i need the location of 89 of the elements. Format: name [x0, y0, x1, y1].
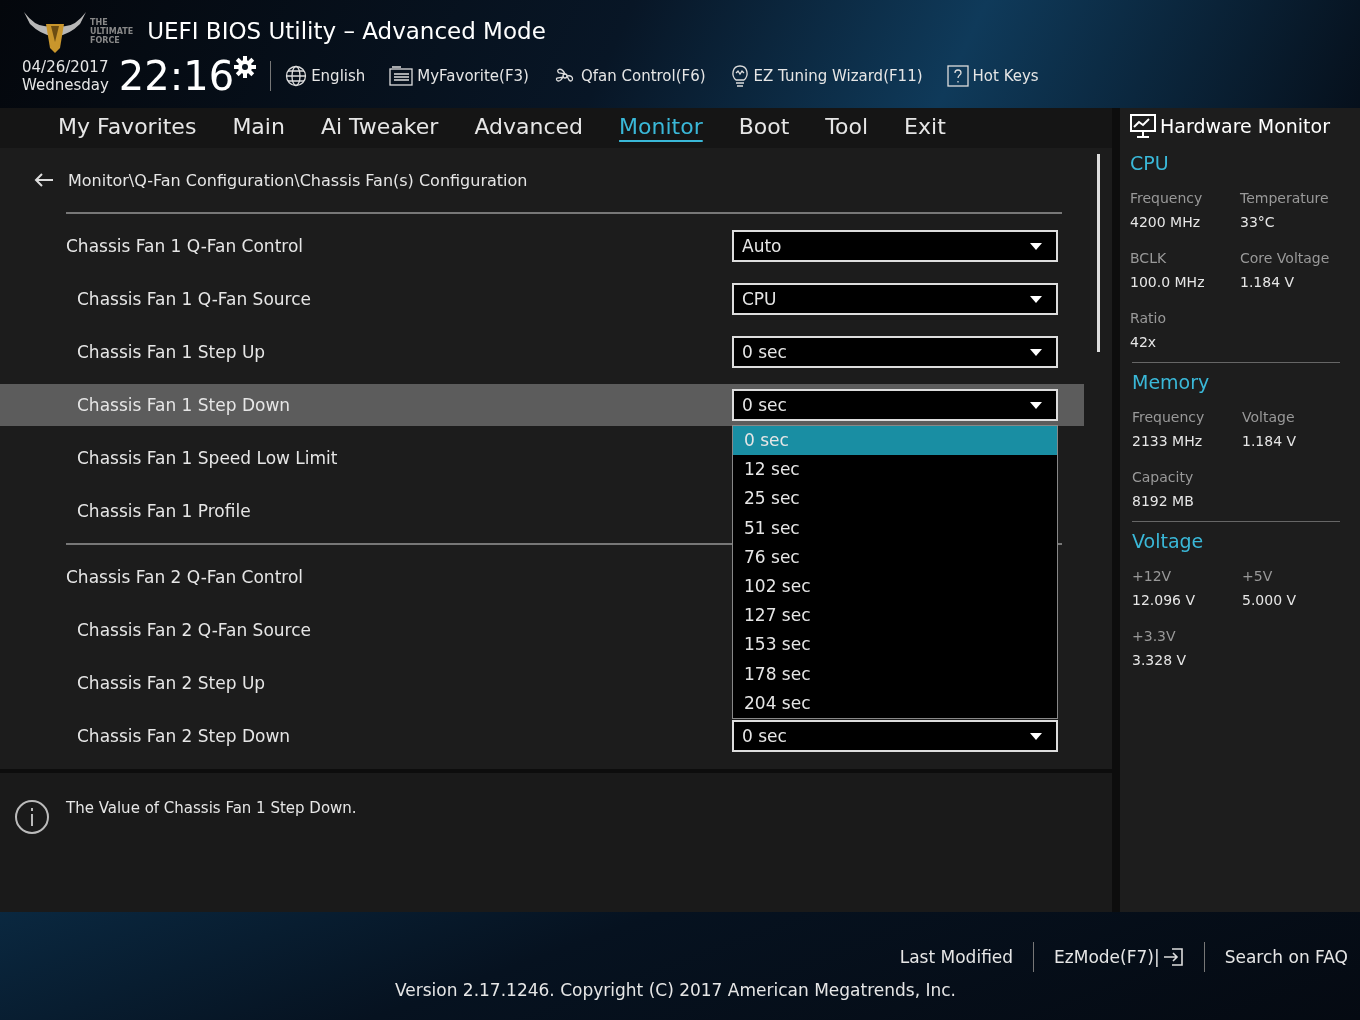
- reading-label: BCLK: [1130, 250, 1168, 266]
- reading-label: Temperature: [1240, 190, 1330, 206]
- reading-label: Frequency: [1130, 190, 1204, 206]
- setting-label: Chassis Fan 2 Step Up: [77, 673, 267, 693]
- dropdown-field[interactable]: Auto: [732, 230, 1058, 262]
- exit-icon: [1161, 947, 1184, 967]
- toolbar-button[interactable]: English: [285, 64, 366, 88]
- menu-tab[interactable]: Boot: [720, 108, 808, 146]
- footer-link[interactable]: Last Modified: [899, 947, 1014, 967]
- caret-icon: [1030, 348, 1042, 356]
- dropdown-option[interactable]: 76 sec: [733, 542, 1057, 572]
- breadcrumb-path: Monitor\Q-Fan Configuration\Chassis Fan(s) Configuration: [68, 170, 528, 190]
- dropdown-option[interactable]: 12 sec: [733, 455, 1057, 485]
- clock-time: 22:16: [118, 54, 235, 98]
- setting-label: Chassis Fan 1 Profile: [77, 501, 252, 521]
- reading-value: 1.184 V: [1242, 433, 1298, 449]
- toolbar-button[interactable]: Hot Keys: [946, 64, 1039, 88]
- toolbar-button[interactable]: EZ Tuning Wizard(F11): [729, 64, 923, 88]
- section-title: Memory: [1132, 371, 1211, 393]
- caret-icon: [1030, 295, 1042, 303]
- caret-icon: [1030, 242, 1042, 250]
- globe-icon: [285, 65, 308, 87]
- menu-tab[interactable]: Tool: [807, 108, 887, 146]
- setting-label: Chassis Fan 2 Q-Fan Source: [77, 620, 312, 640]
- dropdown-option[interactable]: 51 sec: [733, 513, 1057, 543]
- back-arrow-icon[interactable]: [34, 172, 54, 188]
- day-text: Wednesday: [22, 76, 109, 94]
- scrollbar[interactable]: [1097, 154, 1100, 352]
- bulb-icon: [729, 64, 750, 88]
- reading-label: Ratio: [1130, 310, 1167, 326]
- reading-value: 2133 MHz: [1132, 433, 1204, 449]
- setting-label: Chassis Fan 1 Step Up: [77, 342, 267, 362]
- footer-link[interactable]: Search on FAQ: [1224, 947, 1348, 967]
- setting-label: Chassis Fan 1 Speed Low Limit: [77, 448, 339, 468]
- dropdown-field[interactable]: 0 sec: [732, 389, 1058, 421]
- reading-label: Voltage: [1242, 409, 1296, 425]
- reading-value: 1.184 V: [1240, 274, 1296, 290]
- menu-tab[interactable]: Exit: [886, 108, 964, 146]
- footer-link[interactable]: EzMode(F7)|: [1054, 947, 1184, 967]
- date-text: 04/26/2017: [22, 58, 109, 76]
- setting-label: Chassis Fan 1 Q-Fan Control: [66, 236, 305, 256]
- settings-icon[interactable]: [234, 56, 257, 78]
- caret-icon: [1030, 401, 1042, 409]
- section-title: Voltage: [1132, 530, 1205, 552]
- reading-value: 4200 MHz: [1130, 214, 1202, 230]
- setting-label: Chassis Fan 2 Step Down: [77, 726, 292, 746]
- reading-label: Capacity: [1132, 469, 1195, 485]
- reading-value: 5.000 V: [1242, 592, 1298, 608]
- setting-label: Chassis Fan 2 Q-Fan Control: [66, 567, 305, 587]
- reading-label: Frequency: [1132, 409, 1206, 425]
- dropdown-field[interactable]: 0 sec: [732, 720, 1058, 752]
- toolbar-button[interactable]: MyFavorite(F3): [389, 64, 529, 88]
- dropdown-option[interactable]: 204 sec: [733, 688, 1057, 718]
- dropdown-option[interactable]: 102 sec: [733, 571, 1057, 602]
- toolbar-button[interactable]: Qfan Control(F6): [552, 64, 706, 88]
- logo-text: THE ULTIMATE FORCE: [90, 17, 134, 45]
- help-text: The Value of Chassis Fan 1 Step Down.: [66, 799, 357, 817]
- menu-tab[interactable]: Ai Tweaker: [302, 108, 457, 146]
- monitor-icon: [1130, 114, 1156, 138]
- list-icon: [389, 66, 414, 86]
- reading-value: 100.0 MHz: [1130, 274, 1206, 290]
- setting-label: Chassis Fan 1 Step Down: [77, 395, 292, 415]
- reading-value: 12.096 V: [1132, 592, 1196, 608]
- reading-label: +5V: [1242, 568, 1274, 584]
- dropdown-field[interactable]: 0 sec: [732, 336, 1058, 368]
- menu-tab[interactable]: Advanced: [456, 108, 602, 146]
- dropdown-option[interactable]: 178 sec: [733, 659, 1057, 689]
- help-icon: [946, 65, 969, 87]
- dropdown-field[interactable]: CPU: [732, 283, 1058, 315]
- reading-value: 33°C: [1240, 214, 1276, 230]
- menu-tab[interactable]: Monitor: [601, 108, 721, 146]
- reading-label: Core Voltage: [1240, 250, 1331, 266]
- menu-tab[interactable]: My Favorites: [40, 108, 215, 146]
- setting-label: Chassis Fan 1 Q-Fan Source: [77, 289, 312, 309]
- reading-label: +3.3V: [1132, 628, 1177, 644]
- reading-label: +12V: [1132, 568, 1173, 584]
- panel-title: Hardware Monitor: [1160, 115, 1330, 137]
- dropdown-option[interactable]: 153 sec: [733, 630, 1057, 660]
- reading-value: 3.328 V: [1132, 652, 1188, 668]
- reading-value: 42x: [1130, 334, 1158, 350]
- caret-icon: [1030, 732, 1042, 740]
- menu-tab[interactable]: Main: [214, 108, 303, 146]
- dropdown-option[interactable]: 127 sec: [733, 601, 1057, 631]
- reading-value: 8192 MB: [1132, 493, 1195, 509]
- version-text: Version 2.17.1246. Copyright (C) 2017 American Megatrends, Inc.: [394, 980, 956, 1000]
- info-icon: [14, 799, 50, 835]
- section-title: CPU: [1130, 152, 1170, 174]
- window-title: UEFI BIOS Utility – Advanced Mode: [147, 18, 546, 44]
- dropdown-option[interactable]: 25 sec: [733, 484, 1057, 514]
